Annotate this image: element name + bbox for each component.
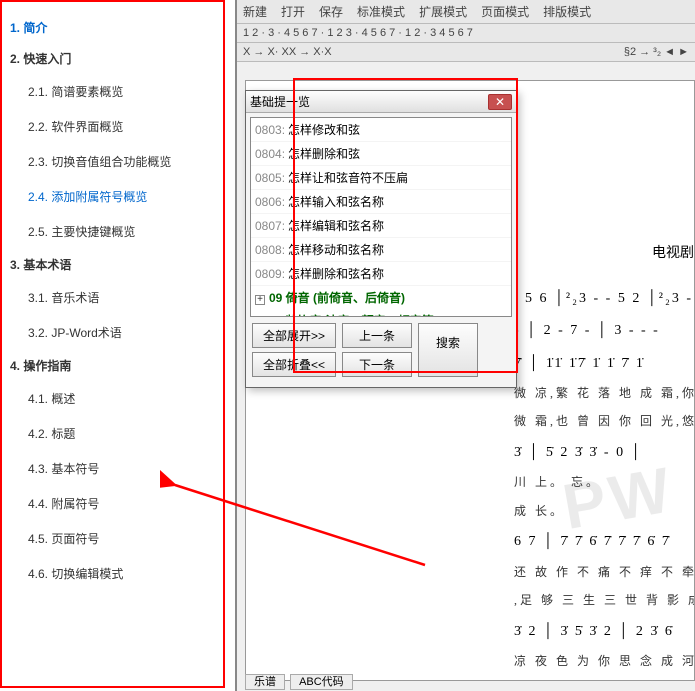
- score-subtitle: 电视剧: [514, 241, 694, 266]
- note-toolbar[interactable]: 1 2 · 3 · 4 5 6 7 · 1 2 3 · 4 5 6 7 · 1 …: [237, 24, 695, 43]
- score-notes: - │ 2 - 7 - │ 3 - - -: [514, 318, 694, 344]
- nav-item[interactable]: 2.1. 简谱要素概览: [28, 74, 215, 109]
- nav-item[interactable]: 4.6. 切换编辑模式: [28, 556, 215, 591]
- score-notes: 7̇ │ 1̇1̇ 1̇7̇ 1̇ 1̇ 7̇ 1̇: [514, 351, 694, 377]
- score-lyrics: 凉 夜 色 为 你 思 念 成 河: [514, 651, 694, 674]
- menu-item[interactable]: 标准模式: [357, 5, 405, 19]
- tree-item[interactable]: +09 倚音 (前倚音、后倚音): [251, 286, 511, 309]
- score-content: 电视剧 . 5 6 │²₂3 - - 5 2 │²₂3 - - - │ 2 - 7…: [514, 241, 694, 681]
- score-notes: . 5 6 │²₂3 - - 5 2 │²₂3 - -: [514, 286, 694, 312]
- nav-item[interactable]: 2. 快速入门: [10, 43, 215, 74]
- nav-sidebar: 1. 简介2. 快速入门2.1. 简谱要素概览2.2. 软件界面概览2.3. 切…: [0, 0, 225, 688]
- next-button[interactable]: 下一条: [342, 352, 412, 377]
- menu-item[interactable]: 页面模式: [481, 5, 529, 19]
- score-lyrics: 还 故 作 不 痛 不 痒 不 牵: [514, 562, 694, 585]
- score-notes: 3̇ 2 │ 3̇ 5̇ 3̇ 2 │ 2 3̇ 6̇: [514, 619, 694, 645]
- menu-bar: 新建打开保存标准模式扩展模式页面模式排版模式: [237, 0, 695, 24]
- expand-all-button[interactable]: 全部展开>>: [252, 323, 336, 348]
- nav-item[interactable]: 2.2. 软件界面概览: [28, 109, 215, 144]
- help-dialog: 基础提一览 ✕ 0803:怎样修改和弦0804:怎样删除和弦0805:怎样让和弦…: [245, 90, 517, 388]
- menu-item[interactable]: 打开: [281, 5, 305, 19]
- transform-left: X → X· XX → X·X: [243, 46, 332, 58]
- score-lyrics: ,足 够 三 生 三 世 背 影 成: [514, 590, 694, 613]
- collapse-all-button[interactable]: 全部折叠<<: [252, 352, 336, 377]
- nav-item[interactable]: 3. 基本术语: [10, 249, 215, 280]
- dialog-titlebar[interactable]: 基础提一览 ✕: [246, 91, 516, 113]
- menu-item[interactable]: 排版模式: [543, 5, 591, 19]
- dialog-title-text: 基础提一览: [250, 93, 488, 110]
- help-listbox[interactable]: 0803:怎样修改和弦0804:怎样删除和弦0805:怎样让和弦音符不压扁080…: [250, 117, 512, 317]
- tab-abc[interactable]: ABC代码: [290, 674, 353, 690]
- list-item[interactable]: 0804:怎样删除和弦: [251, 142, 511, 166]
- nav-item[interactable]: 3.1. 音乐术语: [28, 280, 215, 315]
- score-lyrics: 微 凉,繁 花 落 地 成 霜,你: [514, 383, 694, 406]
- transform-right: §2 → ³₂ ◄ ►: [624, 46, 689, 58]
- list-item[interactable]: 0809:怎样删除和弦名称: [251, 262, 511, 286]
- nav-item[interactable]: 4.1. 概述: [28, 381, 215, 416]
- list-item[interactable]: 0808:怎样移动和弦名称: [251, 238, 511, 262]
- nav-item[interactable]: 2.5. 主要快捷键概览: [28, 214, 215, 249]
- list-item[interactable]: 0803:怎样修改和弦: [251, 118, 511, 142]
- nav-item[interactable]: 4.5. 页面符号: [28, 521, 215, 556]
- score-lyrics: §(女)凉 凉 三 生 三 世 恍 然 如 梦: [514, 679, 694, 681]
- list-item[interactable]: 0807:怎样编辑和弦名称: [251, 214, 511, 238]
- bottom-tabs[interactable]: 乐谱 ABC代码: [245, 673, 355, 689]
- score-lyrics: 成 长。: [514, 501, 694, 524]
- nav-item[interactable]: 4. 操作指南: [10, 350, 215, 381]
- list-item[interactable]: 0805:怎样让和弦音符不压扁: [251, 166, 511, 190]
- menu-item[interactable]: 新建: [243, 5, 267, 19]
- nav-item[interactable]: 4.3. 基本符号: [28, 451, 215, 486]
- score-notes: 3̇ │ 5̇ 2 3̇ 3̇ - 0 │: [514, 440, 694, 466]
- nav-item[interactable]: 2.4. 添加附属符号概览: [28, 179, 215, 214]
- menu-item[interactable]: 保存: [319, 5, 343, 19]
- list-item[interactable]: 0806:怎样输入和弦名称: [251, 190, 511, 214]
- nav-item[interactable]: 1. 简介: [10, 12, 215, 43]
- search-button[interactable]: 搜索: [418, 323, 478, 377]
- score-notes: 6 7 │ 7̇ 7̇ 6̇ 7̇ 7̇ 7̇ 6̇ 7̇: [514, 529, 694, 555]
- nav-item[interactable]: 4.2. 标题: [28, 416, 215, 451]
- nav-item[interactable]: 4.4. 附属符号: [28, 486, 215, 521]
- tab-score[interactable]: 乐谱: [245, 674, 285, 690]
- close-button[interactable]: ✕: [488, 94, 512, 110]
- nav-item[interactable]: 3.2. JP-Word术语: [28, 315, 215, 350]
- score-lyrics: 川 上。 忘。: [514, 472, 694, 495]
- nav-item[interactable]: 2.3. 切换音值组合功能概览: [28, 144, 215, 179]
- prev-button[interactable]: 上一条: [342, 323, 412, 348]
- tree-item[interactable]: +10 装饰音(波音、颤音、顿音等): [251, 309, 511, 317]
- menu-item[interactable]: 扩展模式: [419, 5, 467, 19]
- transform-toolbar[interactable]: X → X· XX → X·X §2 → ³₂ ◄ ►: [237, 43, 695, 62]
- score-lyrics: 微 霜,也 曾 因 你 回 光,悠: [514, 411, 694, 434]
